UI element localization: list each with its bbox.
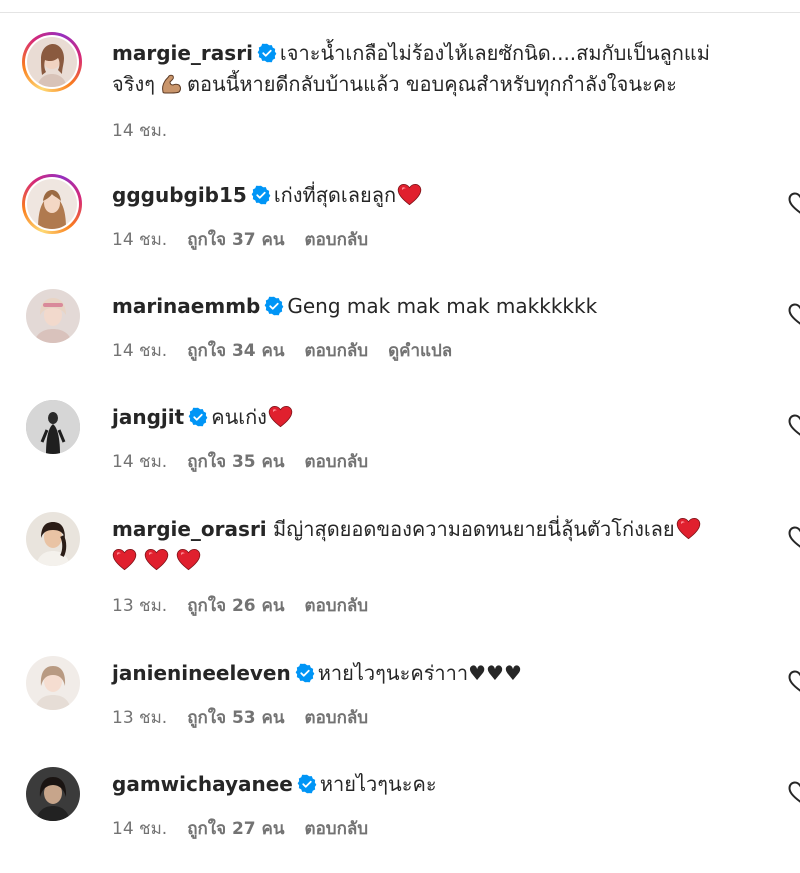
- reply-button[interactable]: ตอบกลับ: [305, 819, 369, 839]
- verified-badge-icon: [251, 185, 271, 205]
- like-heart-icon[interactable]: [788, 303, 800, 325]
- avatar[interactable]: [26, 656, 80, 710]
- comment-text-line2-post: ตอนนี้หายดีกลับบ้านแล้ว ขอบคุณสำหรับทุกก…: [186, 72, 677, 96]
- comment-body: margie_rasri เจาะน้ำเกลือไม่ร้องไห้เลยซัก…: [112, 38, 762, 100]
- verified-badge-icon: [257, 43, 277, 63]
- red-heart-emoji-icon: [176, 548, 201, 571]
- comment-likes-count[interactable]: ถูกใจ 37 คน: [187, 230, 284, 250]
- avatar[interactable]: [26, 400, 80, 454]
- comment-text: Geng mak mak mak makkkkkk: [287, 294, 598, 318]
- comment-time[interactable]: 13 ชม.: [112, 708, 167, 728]
- comment-body: gggubgib15 เก่งที่สุดเลยลูก: [112, 180, 762, 211]
- comment-time[interactable]: 14 ชม.: [112, 230, 167, 250]
- comment-meta: 14 ชม. ถูกใจ 37 คน ตอบกลับ: [112, 226, 388, 253]
- comment-text: หายไวๆนะคะ: [319, 772, 437, 796]
- comment-likes-count[interactable]: ถูกใจ 27 คน: [187, 819, 284, 839]
- comment-time[interactable]: 13 ชม.: [112, 596, 167, 616]
- comment-username[interactable]: janienineeleven: [112, 661, 291, 685]
- verified-badge-icon: [264, 296, 284, 316]
- reply-button[interactable]: ตอบกลับ: [305, 452, 369, 472]
- comment-body: marinaemmb Geng mak mak mak makkkkkk: [112, 291, 762, 322]
- comment-body: margie_orasri มีญ่าสุดยอดของความอดทนยายน…: [112, 514, 762, 576]
- flexed-biceps-emoji-icon: [162, 74, 181, 94]
- avatar-photo: [26, 400, 80, 454]
- comment-body: jangjit คนเก่ง: [112, 402, 762, 433]
- like-heart-icon[interactable]: [788, 526, 800, 548]
- reply-button[interactable]: ตอบกลับ: [305, 708, 369, 728]
- avatar-photo: [26, 656, 80, 710]
- comment-likes-count[interactable]: ถูกใจ 34 คน: [187, 341, 284, 361]
- red-heart-emoji-icon: [268, 405, 293, 428]
- avatar[interactable]: [22, 32, 82, 92]
- avatar[interactable]: [26, 289, 80, 343]
- like-heart-icon[interactable]: [788, 670, 800, 692]
- like-heart-icon[interactable]: [788, 414, 800, 436]
- comment-username[interactable]: gggubgib15: [112, 183, 247, 207]
- red-heart-emoji-icon: [676, 517, 701, 540]
- avatar-photo: [26, 289, 80, 343]
- comment-username[interactable]: margie_rasri: [112, 41, 253, 65]
- comment-meta: 13 ชม. ถูกใจ 26 คน ตอบกลับ: [112, 592, 388, 619]
- comment-username[interactable]: margie_orasri: [112, 517, 267, 541]
- red-heart-emoji-icon: [397, 183, 422, 206]
- top-divider: [0, 0, 800, 13]
- avatar[interactable]: [26, 512, 80, 566]
- comment-body: janienineeleven หายไวๆนะคร่าาา♥♥♥: [112, 658, 762, 689]
- comment-meta: 14 ชม. ถูกใจ 34 คน ตอบกลับ ดูคำแปล: [112, 337, 472, 364]
- comment-likes-count[interactable]: ถูกใจ 26 คน: [187, 596, 284, 616]
- reply-button[interactable]: ตอบกลับ: [305, 230, 369, 250]
- comment-time[interactable]: 14 ชม.: [112, 121, 167, 141]
- like-heart-icon[interactable]: [788, 781, 800, 803]
- comment-likes-count[interactable]: ถูกใจ 53 คน: [187, 708, 284, 728]
- comment-body: gamwichayanee หายไวๆนะคะ: [112, 769, 762, 800]
- verified-badge-icon: [295, 663, 315, 683]
- comment-text-line2-pre: จริงๆ: [112, 72, 155, 96]
- comment-meta: 13 ชม. ถูกใจ 53 คน ตอบกลับ: [112, 704, 388, 731]
- comment-text: หายไวๆนะคร่าาา♥♥♥: [317, 661, 522, 685]
- reply-button[interactable]: ตอบกลับ: [305, 596, 369, 616]
- verified-badge-icon: [297, 774, 317, 794]
- comment-text-line1: เจาะน้ำเกลือไม่ร้องไห้เลยซักนิด....สมกับ…: [279, 41, 710, 65]
- avatar-photo: [26, 512, 80, 566]
- reply-button[interactable]: ตอบกลับ: [305, 341, 369, 361]
- comment-meta: 14 ชม.: [112, 117, 187, 144]
- red-heart-emoji-icon: [144, 548, 169, 571]
- verified-badge-icon: [188, 407, 208, 427]
- avatar-photo: [26, 767, 80, 821]
- comment-text: คนเก่ง: [211, 405, 267, 429]
- comment-text: เก่งที่สุดเลยลูก: [273, 183, 397, 207]
- red-heart-emoji-icon: [112, 548, 137, 571]
- comment-meta: 14 ชม. ถูกใจ 35 คน ตอบกลับ: [112, 448, 388, 475]
- comment-username[interactable]: marinaemmb: [112, 294, 260, 318]
- avatar-photo: [27, 37, 77, 87]
- comment-time[interactable]: 14 ชม.: [112, 452, 167, 472]
- comment-time[interactable]: 14 ชม.: [112, 341, 167, 361]
- see-translation-button[interactable]: ดูคำแปล: [388, 341, 452, 361]
- like-heart-icon[interactable]: [788, 192, 800, 214]
- comment-meta: 14 ชม. ถูกใจ 27 คน ตอบกลับ: [112, 815, 388, 842]
- comment-username[interactable]: jangjit: [112, 405, 184, 429]
- avatar[interactable]: [26, 767, 80, 821]
- comment-likes-count[interactable]: ถูกใจ 35 คน: [187, 452, 284, 472]
- comment-time[interactable]: 14 ชม.: [112, 819, 167, 839]
- avatar[interactable]: [22, 174, 82, 234]
- avatar-photo: [27, 179, 77, 229]
- comment-text: มีญ่าสุดยอดของความอดทนยายนี่ลุ้นตัวโก่งเ…: [273, 517, 675, 541]
- comment-username[interactable]: gamwichayanee: [112, 772, 293, 796]
